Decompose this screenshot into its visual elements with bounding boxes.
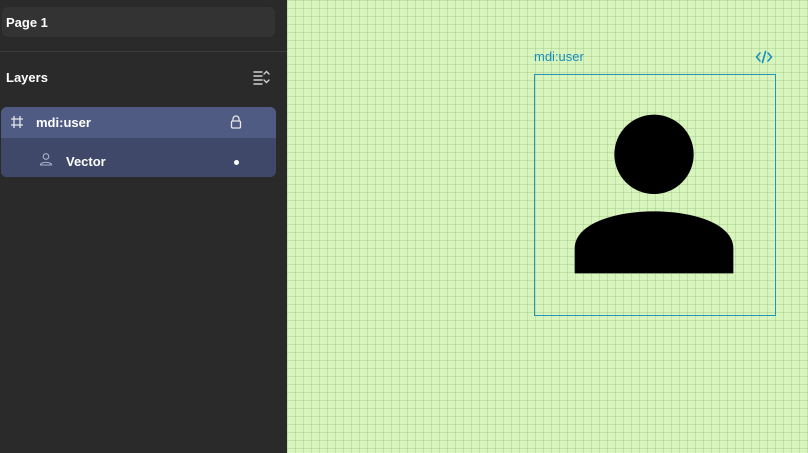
page-selector[interactable]: Page 1 (2, 7, 275, 37)
layer-tree: mdi:user Vector (1, 107, 276, 177)
design-canvas[interactable]: mdi:user (287, 0, 808, 453)
frame-label[interactable]: mdi:user (534, 49, 584, 64)
layers-title: Layers (6, 70, 48, 85)
code-icon[interactable] (755, 50, 773, 64)
divider (0, 51, 287, 52)
layer-label: mdi:user (36, 115, 91, 130)
person-icon (39, 152, 53, 166)
user-vector[interactable] (535, 75, 775, 315)
layer-item-frame[interactable]: mdi:user (1, 107, 276, 138)
icon-frame[interactable] (534, 74, 776, 316)
layer-item-vector[interactable]: Vector (1, 138, 276, 177)
lock-icon[interactable] (230, 115, 242, 129)
status-dot (234, 160, 239, 165)
collapse-list-icon[interactable] (252, 68, 270, 86)
layers-sidebar: Page 1 Layers mdi:user Vector (0, 0, 287, 453)
frame-hash-icon (9, 114, 25, 130)
layer-label: Vector (66, 154, 106, 169)
page-name: Page 1 (6, 15, 48, 30)
